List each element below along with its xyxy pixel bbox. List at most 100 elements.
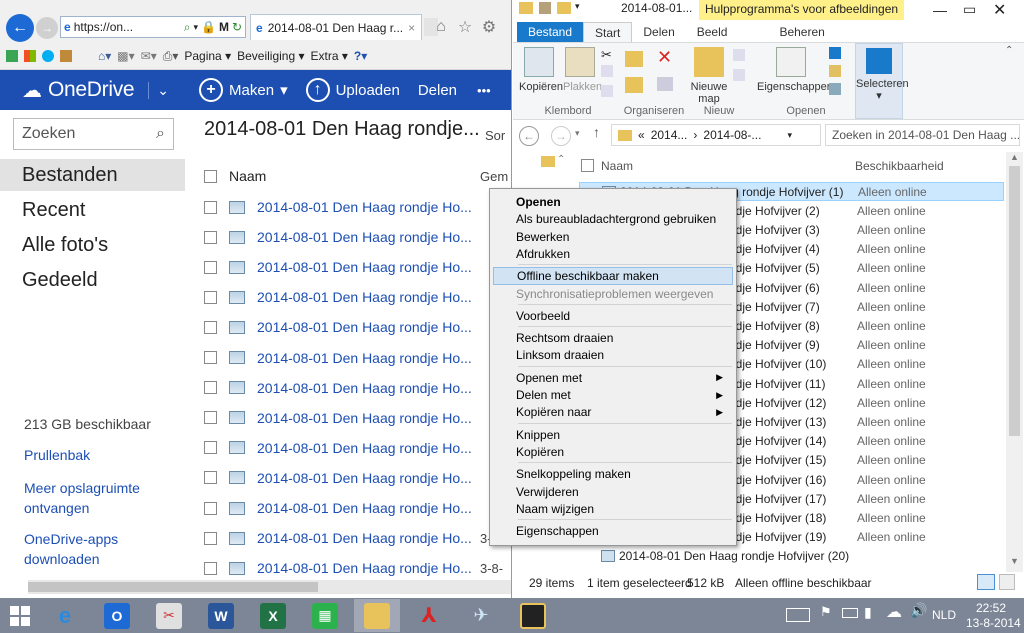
file-name[interactable]: 2014-08-01 Den Haag rondje Ho... (257, 530, 472, 546)
menu-item[interactable]: Kopiëren (493, 443, 733, 461)
rename-icon[interactable] (657, 77, 673, 91)
list-item[interactable]: 2014-08-01 Den Haag rondje Ho... (204, 312, 511, 342)
forward-button[interactable]: → (551, 126, 571, 146)
delete-icon[interactable]: ✕ (657, 47, 672, 68)
open-icon[interactable] (829, 47, 841, 59)
file-name[interactable]: 2014-08-01 Den Haag rondje Ho... (257, 560, 472, 576)
file-name[interactable]: 2014-08-01 Den Haag rondje Ho... (257, 500, 472, 516)
tab-start[interactable]: Start (583, 22, 633, 42)
menu-item[interactable]: Voorbeeld (493, 307, 733, 325)
flag-icon[interactable]: ⚑ (820, 604, 832, 620)
clock-time[interactable]: 22:52 (976, 601, 1006, 615)
help-icon[interactable]: ?▾ (354, 49, 367, 63)
windows-flag-icon[interactable] (24, 50, 36, 62)
security-menu[interactable]: Beveiliging ▾ (237, 49, 304, 63)
nav-shared[interactable]: Gedeeld (0, 264, 185, 296)
scroll-up-icon[interactable]: ▲ (1010, 152, 1019, 162)
menu-item[interactable]: Naam wijzigen (493, 500, 733, 518)
chevron-down-icon[interactable]: ⌄ (148, 81, 169, 99)
share-button[interactable]: Delen (418, 82, 457, 99)
list-item[interactable]: 2014-08-01 Den Haag rondje Ho... (204, 373, 511, 403)
breadcrumb-dropdown-icon[interactable]: ▾ (787, 130, 792, 141)
menu-item[interactable]: Linksom draaien (493, 346, 733, 364)
menu-item[interactable]: Snelkoppeling maken (493, 465, 733, 483)
file-name[interactable]: 2014-08-01 Den Haag rondje Ho... (257, 199, 472, 215)
home-icon[interactable]: ⌂ (432, 18, 450, 36)
close-tab-icon[interactable]: × (408, 21, 415, 35)
copy-path-icon[interactable] (601, 65, 613, 77)
home-icon[interactable]: ⌂▾ (98, 49, 111, 63)
row-checkbox[interactable] (204, 320, 217, 334)
list-item[interactable]: 2014-08-01 Den Haag rondje Ho... 3-8- (204, 553, 511, 583)
menu-item[interactable]: Delen met ▶ (493, 386, 733, 404)
row-checkbox[interactable] (204, 290, 217, 304)
page-menu[interactable]: Pagina ▾ (184, 49, 231, 63)
quick-access-icon[interactable] (539, 2, 551, 14)
taskbar-app-plane[interactable]: ✈ (458, 599, 504, 632)
create-button[interactable]: + Maken ▾ (199, 78, 288, 102)
row-checkbox[interactable] (204, 411, 217, 425)
properties-button[interactable]: Eigenschappen (757, 47, 833, 93)
rss-icon[interactable]: ▩▾ (117, 49, 134, 63)
scroll-thumb[interactable] (1009, 166, 1020, 436)
menu-item[interactable]: Kopiëren naar ▶ (493, 403, 733, 421)
nav-files[interactable]: Bestanden (0, 159, 185, 191)
row-checkbox[interactable] (204, 260, 217, 274)
row-checkbox[interactable] (204, 230, 217, 244)
breadcrumb-overflow[interactable]: « (638, 128, 645, 142)
nav-all-photos[interactable]: Alle foto's (0, 229, 185, 261)
taskbar-explorer[interactable] (354, 599, 400, 632)
onedrive-brand[interactable]: OneDrive (48, 78, 135, 102)
select-button[interactable]: Selecteren ▾ (855, 43, 909, 119)
dropdown-icon[interactable]: ▾ (193, 22, 198, 33)
list-item[interactable]: 2014-08-01 Den Haag rondje Ho... (204, 282, 511, 312)
taskbar-snipping[interactable]: ✂ (146, 599, 192, 632)
taskbar-outlook[interactable]: O (94, 599, 140, 632)
mail-icon[interactable]: ✉▾ (141, 49, 157, 63)
file-name[interactable]: 2014-08-01 Den Haag rondje Ho... (257, 380, 472, 396)
menu-item[interactable]: Knippen (493, 426, 733, 444)
file-name[interactable]: 2014-08-01 Den Haag rondje Ho... (257, 410, 472, 426)
vertical-scrollbar[interactable]: ▲ ▼ (1006, 152, 1023, 572)
back-button[interactable]: ← (6, 14, 34, 42)
paste-button[interactable]: Plakken (563, 47, 602, 93)
more-storage-link[interactable]: Meer opslagruimte ontvangen (24, 478, 154, 518)
taskbar-acrobat[interactable]: ⅄ (406, 599, 452, 632)
tree-collapse-icon[interactable]: ⌃ (557, 154, 565, 165)
clock-date[interactable]: 13-8-2014 (966, 616, 1021, 630)
breadcrumb-item-1[interactable]: 2014... (651, 128, 688, 142)
list-item[interactable]: 2014-08-01 Den Haag rondje Ho... (204, 403, 511, 433)
row-checkbox[interactable] (204, 471, 217, 485)
scroll-thumb[interactable] (28, 582, 318, 592)
file-name[interactable]: 2014-08-01 Den Haag rondje Ho... (257, 470, 472, 486)
file-name[interactable]: 2014-08-01 Den Haag rondje Ho... (257, 229, 472, 245)
file-name[interactable]: 2014-08-01 Den Haag rondje Ho... (257, 289, 472, 305)
start-button[interactable] (4, 599, 36, 632)
list-item[interactable]: 2014-08-01 Den Haag rondje Ho... (204, 433, 511, 463)
row-checkbox[interactable] (204, 561, 217, 575)
taskbar-store[interactable]: ▦ (302, 599, 348, 632)
recycle-bin-link[interactable]: Prullenbak (24, 445, 174, 465)
table-row[interactable]: 2014-08-01 Den Haag rondje Hofvijver (20… (579, 547, 1004, 566)
list-item[interactable]: 2014-08-01 Den Haag rondje Ho... (204, 343, 511, 373)
file-name[interactable]: 2014-08-01 Den Haag rondje Ho... (257, 319, 472, 335)
breadcrumb-item-2[interactable]: 2014-08-... (703, 128, 761, 142)
row-checkbox[interactable] (204, 200, 217, 214)
row-checkbox[interactable] (204, 381, 217, 395)
menu-item[interactable]: Offline beschikbaar maken (493, 267, 733, 286)
lock-icon[interactable]: 🔒 (201, 20, 216, 34)
list-item[interactable]: 2014-08-01 Den Haag rondje Ho... (204, 493, 511, 523)
cut-icon[interactable]: ✂ (601, 47, 612, 63)
move-to-icon[interactable] (625, 51, 643, 67)
row-checkbox[interactable] (204, 501, 217, 515)
edit-icon[interactable] (829, 65, 841, 77)
menu-item[interactable]: Verwijderen (493, 483, 733, 501)
refresh-icon[interactable]: ↻ (232, 20, 242, 34)
new-folder-button[interactable]: Nieuwe map (689, 47, 729, 105)
extra-menu[interactable]: Extra ▾ (311, 49, 348, 63)
menu-item[interactable]: Rechtsom draaien (493, 329, 733, 347)
forward-button[interactable]: → (36, 17, 58, 39)
large-icons-view-icon[interactable] (999, 574, 1015, 590)
taskbar-ie[interactable]: e (42, 599, 88, 632)
file-name[interactable]: 2014-08-01 Den Haag rondje Ho... (257, 440, 472, 456)
